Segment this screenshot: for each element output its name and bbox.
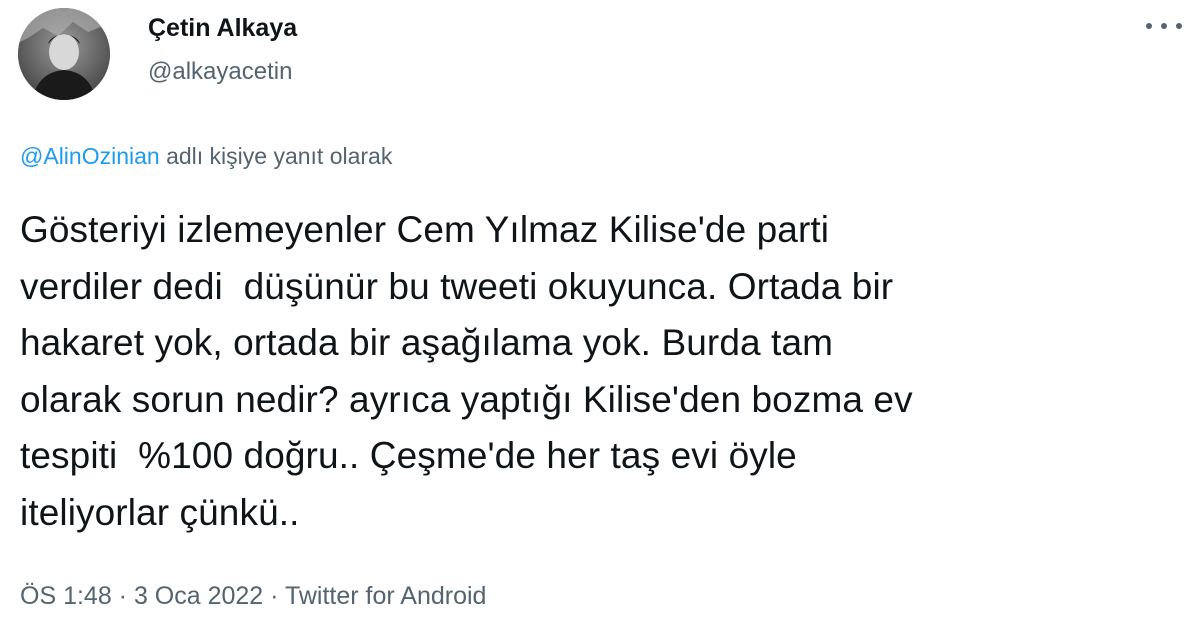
tweet-meta: ÖS 1:48 · 3 Oca 2022 · Twitter for Andro… (20, 582, 486, 611)
reply-context-label: adlı kişiye yanıt olarak (159, 143, 393, 169)
meta-separator: · (111, 582, 134, 610)
more-dot (1161, 23, 1167, 29)
tweet-card: Çetin Alkaya @alkayacetin @AlinOzinian a… (0, 0, 1200, 623)
tweet-text-line: Gösteriyi izlemeyenler Cem Yılmaz Kilise… (20, 209, 830, 250)
tweet-text: Gösteriyi izlemeyenler Cem Yılmaz Kilise… (20, 202, 1180, 541)
user-handle[interactable]: @alkayacetin (148, 58, 292, 86)
tweet-text-line: olarak sorun nedir? ayrıca yaptığı Kilis… (20, 378, 913, 420)
reply-mention-link[interactable]: @AlinOzinian (20, 143, 160, 169)
tweet-source[interactable]: Twitter for Android (285, 582, 486, 610)
user-display-name[interactable]: Çetin Alkaya (148, 14, 297, 43)
tweet-time[interactable]: ÖS 1:48 (20, 582, 112, 610)
meta-separator: · (263, 582, 285, 610)
more-dot (1176, 23, 1182, 29)
tweet-text-line: hakaret yok, ortada bir aşağılama yok. B… (20, 322, 834, 363)
more-dot (1146, 23, 1152, 29)
tweet-text-line: iteliyorlar çünkü.. (20, 491, 300, 533)
reply-context: @AlinOzinian adlı kişiye yanıt olarak (20, 143, 392, 170)
tweet-text-line: verdiler dedi düşünür bu tweeti okuyunca… (20, 265, 894, 307)
tweet-date[interactable]: 3 Oca 2022 (134, 582, 263, 610)
avatar-image (18, 8, 110, 100)
more-options-icon[interactable] (1146, 14, 1182, 38)
avatar[interactable] (18, 8, 110, 100)
tweet-text-line: tespiti %100 doğru.. Çeşme'de her taş ev… (20, 435, 797, 476)
